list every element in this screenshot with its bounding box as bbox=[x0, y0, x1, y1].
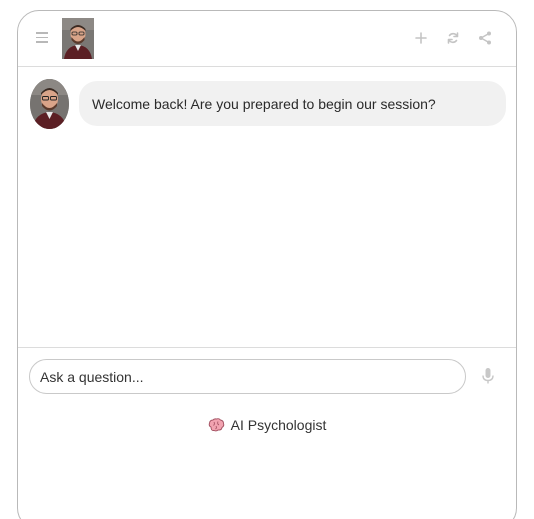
microphone-icon[interactable] bbox=[480, 367, 496, 385]
brand-label: AI Psychologist bbox=[230, 417, 327, 433]
message-row: Welcome back! Are you prepared to begin … bbox=[30, 79, 506, 129]
chat-header bbox=[18, 11, 516, 67]
refresh-icon[interactable] bbox=[444, 29, 462, 47]
footer-brand: AI Psychologist bbox=[18, 417, 516, 433]
assistant-avatar bbox=[30, 79, 69, 129]
question-input[interactable] bbox=[30, 360, 465, 393]
header-actions bbox=[412, 29, 494, 47]
plus-icon[interactable] bbox=[412, 29, 430, 47]
brain-icon bbox=[208, 418, 225, 432]
assistant-message-bubble: Welcome back! Are you prepared to begin … bbox=[79, 81, 506, 126]
header-avatar bbox=[62, 18, 94, 59]
question-input-container bbox=[29, 359, 466, 394]
share-icon[interactable] bbox=[476, 29, 494, 47]
chat-window: Welcome back! Are you prepared to begin … bbox=[17, 10, 517, 519]
assistant-message-text: Welcome back! Are you prepared to begin … bbox=[92, 95, 436, 112]
hamburger-menu-icon[interactable] bbox=[36, 32, 49, 44]
composer-divider bbox=[18, 347, 516, 348]
